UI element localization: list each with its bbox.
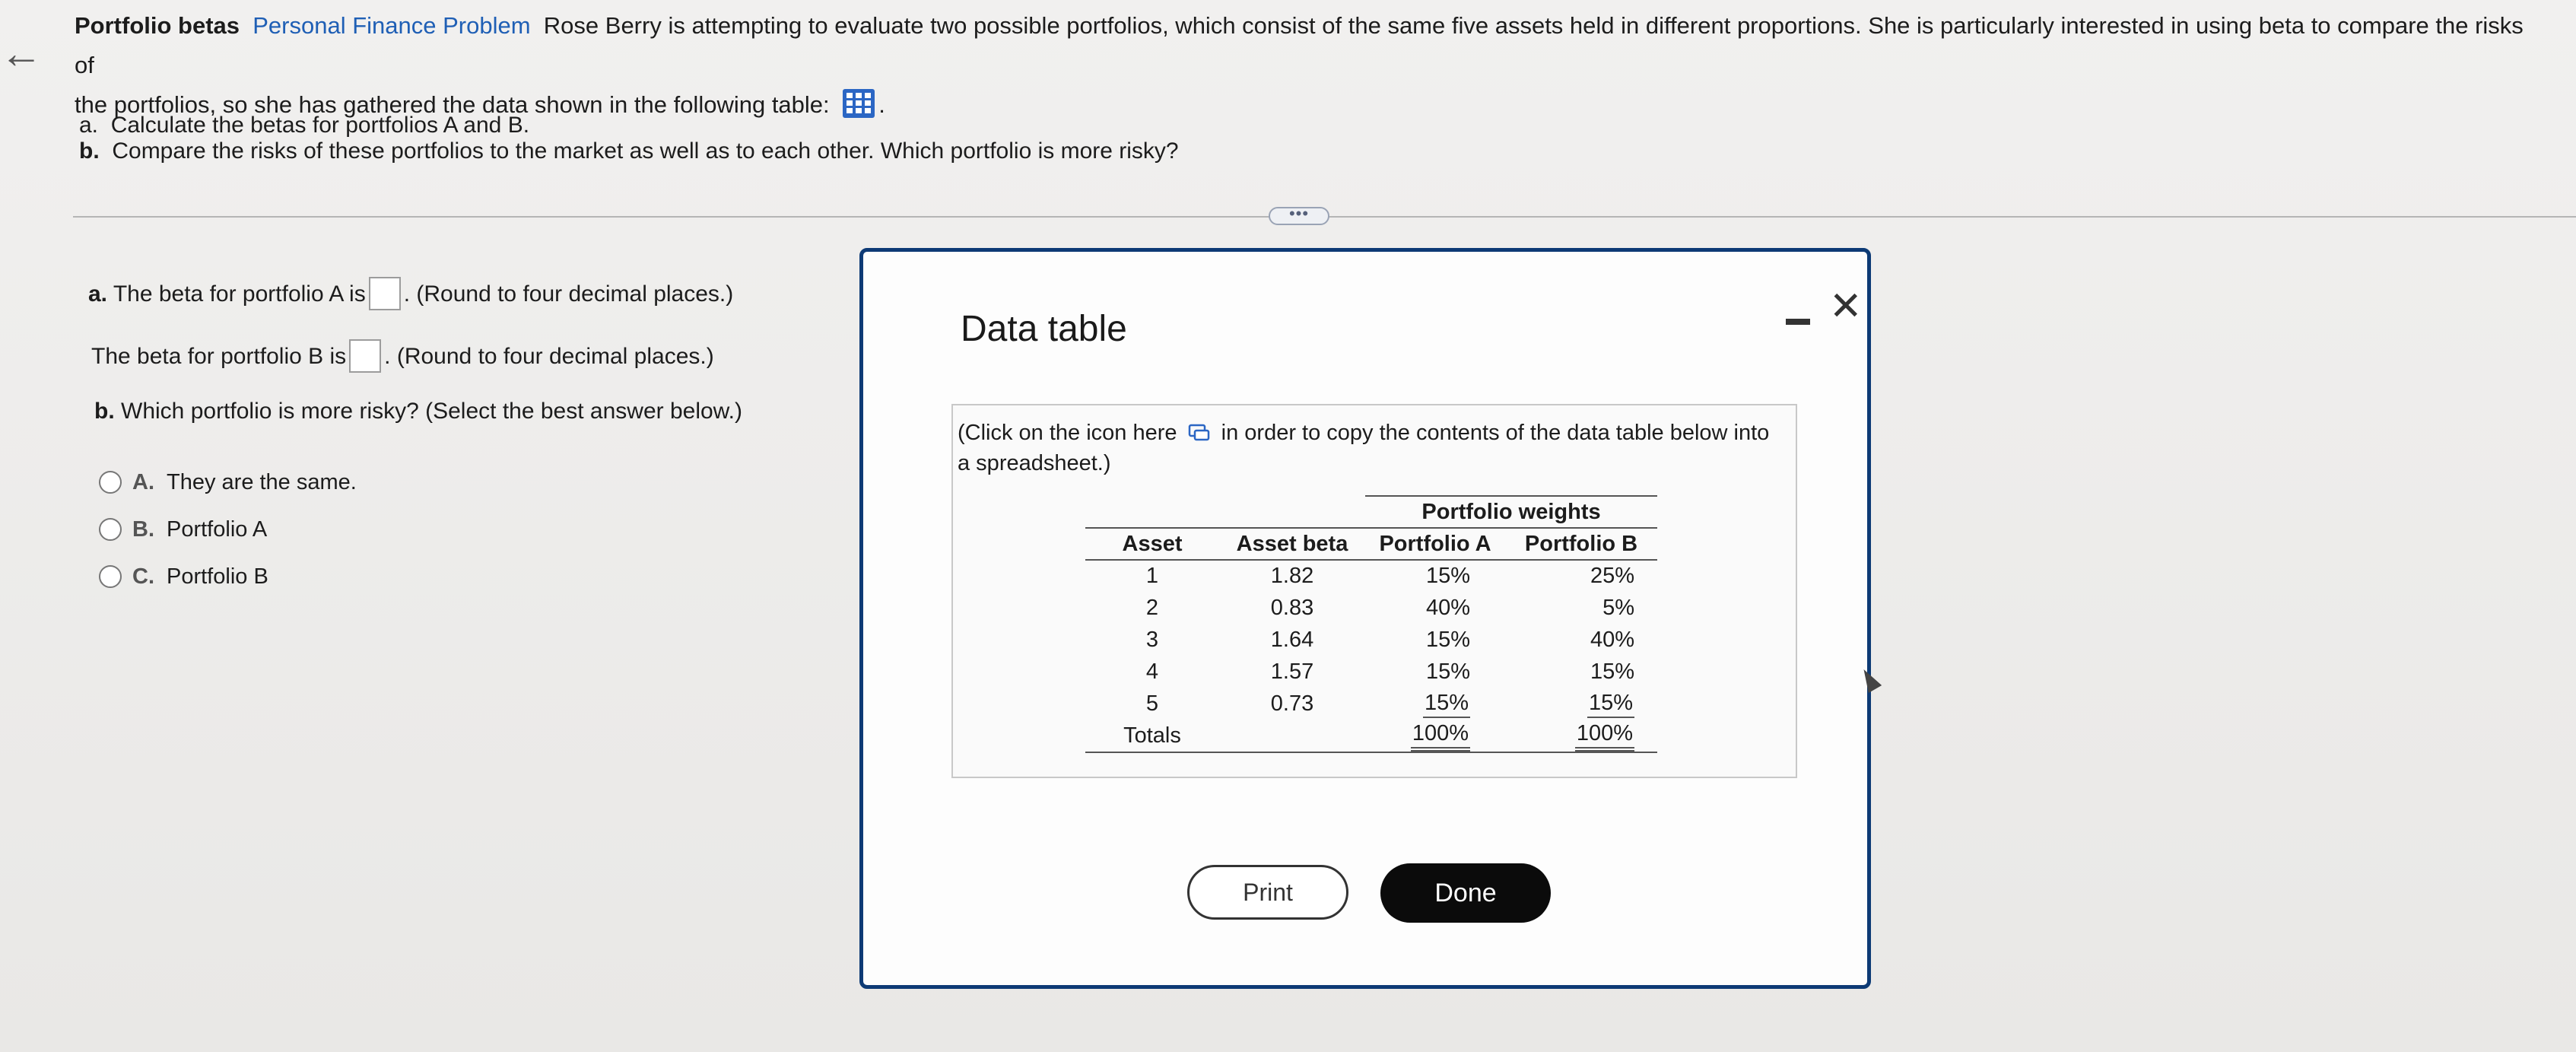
header-portfolio-a: Portfolio A — [1365, 528, 1505, 561]
header-asset-beta: Asset beta — [1219, 527, 1365, 561]
cell-asset: 3 — [1145, 627, 1159, 652]
print-button[interactable]: Print — [1187, 865, 1348, 920]
cell-beta: 1.64 — [1270, 627, 1314, 652]
question-b-text: Compare the risks of these portfolios to… — [112, 138, 1179, 164]
beta-a-input[interactable] — [368, 277, 401, 310]
table-row: 4 1.57 15% 15% — [1085, 656, 1657, 688]
answer-a-suffix: . (Round to four decimal places.) — [403, 281, 734, 307]
cell-asset: 1 — [1145, 564, 1159, 588]
table-header-row: Asset Asset beta Portfolio A Portfolio B — [1085, 527, 1657, 561]
question-a: a. Calculate the betas for portfolios A … — [79, 113, 529, 138]
question-a-label: a. — [79, 113, 99, 138]
option-c-radio[interactable] — [99, 565, 122, 588]
problem-tag: Personal Finance Problem — [253, 12, 531, 39]
total-weight-a: 100% — [1410, 720, 1470, 752]
cell-weight-a: 15% — [1425, 627, 1470, 652]
cell-weight-b: 15% — [1590, 659, 1634, 684]
cell-weight-a: 15% — [1425, 564, 1470, 588]
table-group-header-row: Portfolio weights — [1085, 495, 1657, 529]
option-a-radio[interactable] — [99, 471, 122, 494]
option-a-text: They are the same. — [167, 470, 357, 494]
answer-b-suffix: . (Round to four decimal places.) — [384, 344, 714, 369]
done-button[interactable]: Done — [1380, 863, 1551, 923]
totals-label: Totals — [1085, 720, 1219, 753]
dialog-title: Data table — [961, 309, 1127, 349]
table-totals-row: Totals 100% 100% — [1085, 720, 1657, 753]
header-asset: Asset — [1085, 527, 1219, 561]
cell-weight-a: 15% — [1425, 659, 1470, 684]
option-b[interactable]: B. Portfolio A — [99, 517, 267, 542]
cell-weight-b: 40% — [1590, 627, 1634, 652]
total-weight-b: 100% — [1574, 720, 1634, 752]
problem-statement: Portfolio betas Personal Finance Problem… — [75, 12, 2524, 119]
cell-asset: 4 — [1145, 659, 1159, 684]
cell-weight-a: 40% — [1425, 595, 1470, 620]
problem-title: Portfolio betas — [75, 12, 240, 39]
cell-weight-b: 15% — [1587, 689, 1634, 718]
option-c-text: Portfolio B — [167, 564, 268, 589]
cell-beta: 1.82 — [1270, 564, 1314, 588]
portfolio-weights-header: Portfolio weights — [1365, 495, 1657, 529]
risk-question: b. Which portfolio is more risky? (Selec… — [94, 399, 742, 424]
copy-note-prefix: (Click on the icon here — [958, 421, 1177, 445]
table-row: 5 0.73 15% 15% — [1085, 688, 1657, 720]
option-c-letter: C. — [132, 564, 154, 589]
cell-weight-b: 5% — [1602, 595, 1634, 620]
table-row: 1 1.82 15% 25% — [1085, 560, 1657, 592]
option-b-radio[interactable] — [99, 518, 122, 541]
totals-beta — [1219, 720, 1365, 753]
cell-weight-b: 25% — [1590, 564, 1634, 588]
cell-asset: 5 — [1145, 691, 1159, 716]
copy-note: (Click on the icon here in order to copy… — [958, 418, 1779, 478]
table-row: 2 0.83 40% 5% — [1085, 592, 1657, 624]
cell-weight-a: 15% — [1422, 689, 1470, 718]
data-table-icon[interactable] — [842, 88, 875, 119]
data-table: Portfolio weights Asset Asset beta Portf… — [1085, 495, 1657, 753]
minimize-icon[interactable] — [1786, 319, 1810, 325]
close-icon[interactable]: ✕ — [1829, 284, 1863, 329]
answer-a-prefix: The beta for portfolio A is — [113, 281, 366, 307]
question-b-label: b. — [79, 138, 100, 164]
data-table-panel: (Click on the icon here in order to copy… — [951, 404, 1797, 778]
header-portfolio-b: Portfolio B — [1505, 528, 1657, 561]
option-c[interactable]: C. Portfolio B — [99, 564, 268, 590]
risk-question-text: Which portfolio is more risky? (Select t… — [121, 399, 743, 424]
answer-b-line: The beta for portfolio B is . (Round to f… — [91, 339, 714, 373]
option-a[interactable]: A. They are the same. — [99, 470, 357, 495]
answer-b-prefix: The beta for portfolio B is — [91, 344, 347, 369]
cell-beta: 1.57 — [1270, 659, 1314, 684]
table-row: 3 1.64 15% 40% — [1085, 624, 1657, 656]
question-b: b. Compare the risks of these portfolios… — [79, 138, 1179, 164]
beta-b-input[interactable] — [349, 339, 382, 373]
expand-handle-icon[interactable]: ••• — [1269, 205, 1329, 225]
back-arrow-icon[interactable]: ← — [0, 30, 43, 76]
data-table-dialog: Data table ✕ (Click on the icon here in … — [859, 248, 1871, 989]
option-a-letter: A. — [132, 470, 154, 494]
option-b-letter: B. — [132, 517, 154, 542]
risk-question-label: b. — [94, 399, 115, 424]
copy-to-spreadsheet-icon[interactable] — [1188, 421, 1211, 441]
question-a-text: Calculate the betas for portfolios A and… — [110, 113, 530, 138]
cell-beta: 0.73 — [1270, 691, 1314, 716]
cell-asset: 2 — [1145, 595, 1159, 620]
page: ← Portfolio betas Personal Finance Probl… — [0, 0, 2576, 1052]
answer-a-label: a. — [88, 281, 108, 307]
answer-a-line: a. The beta for portfolio A is . (Round t… — [88, 277, 733, 310]
cell-beta: 0.83 — [1270, 595, 1314, 620]
option-b-text: Portfolio A — [167, 517, 268, 542]
